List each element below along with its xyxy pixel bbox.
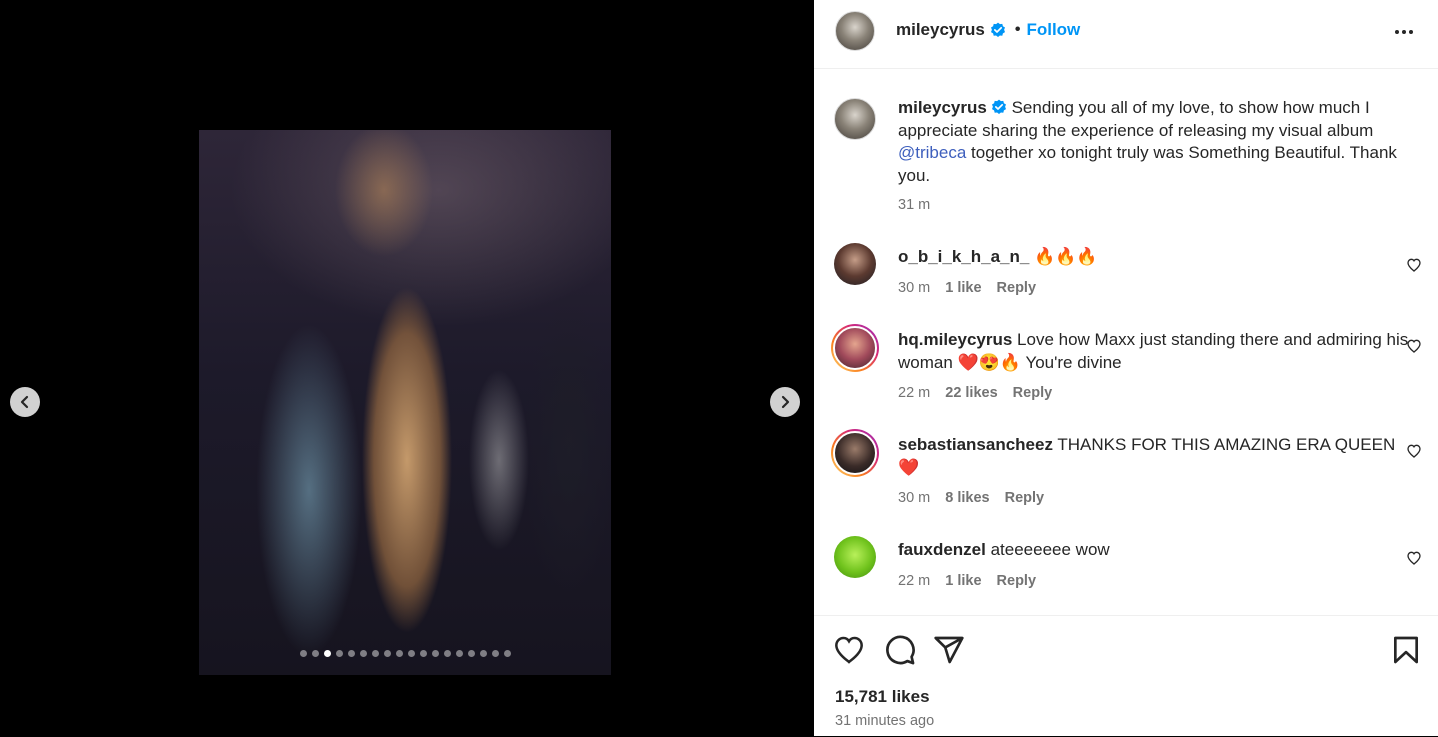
post-side-panel: mileycyrus • Follow mileycyrus Sending y… (814, 0, 1438, 736)
avatar[interactable] (835, 11, 875, 51)
comment-text: sebastiansancheez THANKS FOR THIS AMAZIN… (898, 434, 1418, 479)
like-comment-icon[interactable] (1406, 338, 1422, 354)
next-slide-button[interactable] (770, 387, 800, 417)
carousel-dot (359, 650, 367, 657)
comment-username[interactable]: hq.mileycyrus (898, 330, 1012, 349)
carousel-dot (503, 650, 511, 657)
mention-link[interactable]: @tribeca (898, 143, 966, 162)
separator-dot: • (1014, 21, 1021, 38)
carousel-dot (431, 650, 439, 657)
carousel-dot (491, 650, 499, 657)
carousel-dot (455, 650, 463, 657)
carousel-dot (299, 650, 307, 657)
follow-button[interactable]: Follow (1026, 20, 1080, 40)
likes-count[interactable]: 1 like (945, 280, 981, 296)
share-icon[interactable] (933, 634, 965, 666)
reply-button[interactable]: Reply (1005, 490, 1045, 506)
commenter-avatar[interactable] (831, 324, 879, 372)
carousel-dot (335, 650, 343, 657)
carousel-dot (347, 650, 355, 657)
commenter-avatar[interactable] (834, 536, 876, 578)
carousel-dot (479, 650, 487, 657)
carousel-dot (419, 650, 427, 657)
comments-list[interactable]: mileycyrus Sending you all of my love, t… (814, 69, 1438, 615)
timestamp: 30 m (898, 280, 931, 296)
carousel-dot (323, 650, 331, 657)
comment-meta: 22 m 1 like Reply (898, 573, 1036, 589)
chevron-left-icon (20, 395, 29, 409)
verified-badge-icon (991, 99, 1006, 114)
verified-badge-icon (990, 22, 1005, 37)
likes-count[interactable]: 1 like (945, 573, 981, 589)
author: mileycyrus • Follow (896, 20, 1080, 40)
carousel-dot (443, 650, 451, 657)
likes-count[interactable]: 22 likes (945, 385, 997, 401)
post-time: 31 minutes ago (835, 713, 935, 729)
like-icon[interactable] (833, 634, 865, 666)
timestamp: 31 m (898, 197, 931, 213)
comment-text: fauxdenzel ateeeeeee wow (898, 539, 1418, 562)
previous-slide-button[interactable] (10, 387, 40, 417)
carousel-dot (407, 650, 415, 657)
comment-body: ateeeeeee wow (985, 540, 1110, 559)
comment-body: 🔥🔥🔥 (1029, 247, 1098, 266)
likes-count[interactable]: 8 likes (945, 490, 989, 506)
comment-meta: 22 m 22 likes Reply (898, 385, 1052, 401)
post-media (0, 0, 814, 736)
carousel-dot (371, 650, 379, 657)
carousel-dot (467, 650, 475, 657)
username-link[interactable]: mileycyrus (896, 20, 985, 40)
commenter-avatar[interactable] (834, 243, 876, 285)
carousel-indicator (199, 650, 611, 657)
post-actions: 15,781 likes 31 minutes ago (814, 615, 1438, 737)
more-options-icon[interactable] (1392, 20, 1416, 44)
reply-button[interactable]: Reply (1013, 385, 1053, 401)
caption-avatar[interactable] (834, 98, 876, 140)
caption-username[interactable]: mileycyrus (898, 98, 987, 117)
comment-username[interactable]: o_b_i_k_h_a_n_ (898, 247, 1029, 266)
timestamp: 22 m (898, 385, 931, 401)
comment-meta: 30 m 8 likes Reply (898, 490, 1044, 506)
reply-button[interactable]: Reply (997, 573, 1037, 589)
reply-button[interactable]: Reply (997, 280, 1037, 296)
comment-icon[interactable] (884, 634, 916, 666)
commenter-avatar[interactable] (831, 429, 879, 477)
carousel-dot (383, 650, 391, 657)
post-photo[interactable] (199, 130, 611, 675)
comment-text: o_b_i_k_h_a_n_ 🔥🔥🔥 (898, 246, 1418, 269)
carousel-dot (311, 650, 319, 657)
caption-text: mileycyrus Sending you all of my love, t… (898, 97, 1418, 187)
likes-count[interactable]: 15,781 likes (835, 687, 930, 707)
carousel-dot (395, 650, 403, 657)
comment-username[interactable]: fauxdenzel (898, 540, 986, 559)
comment-meta: 30 m 1 like Reply (898, 280, 1036, 296)
like-comment-icon[interactable] (1406, 257, 1422, 273)
post-header: mileycyrus • Follow (814, 0, 1438, 69)
caption-text-part: together xo tonight truly was Something … (898, 143, 1397, 185)
like-comment-icon[interactable] (1406, 443, 1422, 459)
comment-username[interactable]: sebastiansancheez (898, 435, 1053, 454)
comment-text: hq.mileycyrus Love how Maxx just standin… (898, 329, 1418, 374)
caption-meta: 31 m (898, 197, 930, 213)
bookmark-icon[interactable] (1390, 634, 1422, 666)
timestamp: 30 m (898, 490, 931, 506)
like-comment-icon[interactable] (1406, 550, 1422, 566)
chevron-right-icon (781, 395, 790, 409)
timestamp: 22 m (898, 573, 931, 589)
